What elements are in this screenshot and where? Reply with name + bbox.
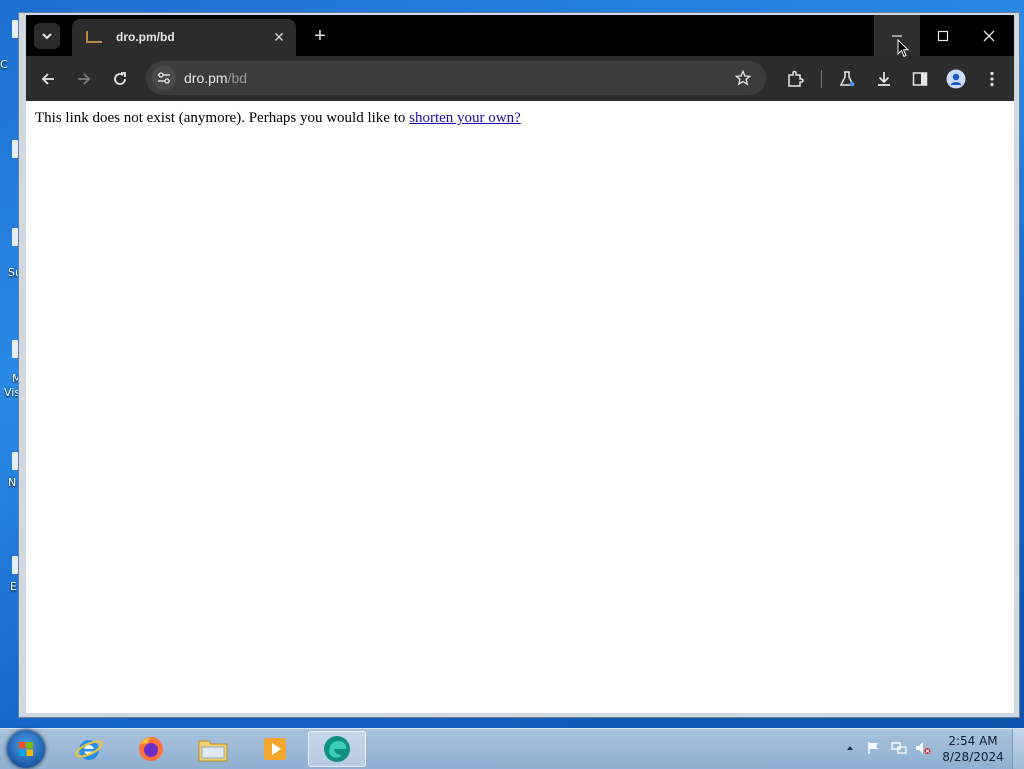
taskbar-media-player[interactable] (248, 731, 302, 767)
system-clock[interactable]: 2:54 AM 8/28/2024 (940, 733, 1006, 765)
tab-title: dro.pm/bd (116, 30, 175, 44)
arrow-left-icon (41, 73, 54, 85)
site-favicon-icon (86, 31, 102, 43)
kebab-menu-icon (990, 71, 994, 87)
site-info-button[interactable] (152, 66, 176, 90)
start-button[interactable] (7, 730, 45, 768)
maximize-icon (937, 30, 949, 41)
error-message: This link does not exist (anymore). Perh… (35, 110, 521, 127)
shorten-link[interactable]: shorten your own? (409, 110, 521, 126)
taskbar-file-explorer[interactable] (186, 731, 240, 767)
profile-button[interactable] (943, 66, 969, 92)
firefox-icon (139, 737, 163, 761)
reload-button[interactable] (107, 66, 133, 92)
taskbar-firefox[interactable] (124, 731, 178, 767)
profile-icon (946, 69, 966, 89)
browser-menu-button[interactable] (979, 66, 1005, 92)
close-window-button[interactable] (966, 15, 1012, 56)
chevron-down-icon (42, 33, 52, 40)
folder-icon (198, 740, 228, 762)
address-bar[interactable]: dro.pm/bd (146, 61, 766, 95)
clock-date: 8/28/2024 (942, 750, 1004, 764)
maximize-button[interactable] (920, 15, 966, 56)
back-button[interactable] (35, 66, 61, 92)
reload-icon (114, 72, 126, 85)
taskbar-internet-explorer[interactable] (62, 731, 116, 767)
taskbar: 2:54 AM 8/28/2024 (0, 728, 1024, 769)
tab-active[interactable]: dro.pm/bd ✕ (72, 19, 296, 56)
clock-time: 2:54 AM (948, 734, 998, 748)
error-message-text: This link does not exist (anymore). Perh… (35, 110, 410, 126)
tune-icon (158, 72, 170, 84)
page-content: This link does not exist (anymore). Perh… (26, 101, 1014, 713)
extensions-button[interactable] (782, 66, 808, 92)
edge-icon (324, 736, 350, 762)
url-host: dro.pm (184, 70, 228, 86)
flag-icon (868, 742, 878, 754)
windows-logo-icon (19, 742, 33, 756)
media-player-icon (264, 738, 286, 760)
browser-window: dro.pm/bd ✕ + dro.pm/bd This link does n… (18, 12, 1020, 718)
chevron-up-icon (847, 746, 853, 750)
close-icon (983, 30, 995, 41)
tab-search-button[interactable] (34, 23, 60, 49)
tray-network[interactable] (890, 739, 908, 757)
tray-volume[interactable] (914, 739, 932, 757)
side-panel-button[interactable] (907, 66, 933, 92)
flask-icon (839, 71, 855, 87)
desktop-icon-label: C (0, 58, 8, 71)
star-icon (735, 70, 751, 86)
mouse-cursor-icon (897, 39, 909, 58)
labs-button[interactable] (834, 66, 860, 92)
forward-button[interactable] (71, 66, 97, 92)
internet-explorer-icon (75, 740, 103, 760)
tray-action-center[interactable] (866, 739, 882, 757)
url-text[interactable]: dro.pm/bd (184, 70, 247, 86)
browser-toolbar: dro.pm/bd (26, 56, 1014, 101)
tray-overflow-button[interactable] (844, 739, 856, 757)
download-icon (878, 72, 890, 86)
tab-strip: dro.pm/bd ✕ + (26, 15, 1014, 56)
taskbar-edge[interactable] (308, 731, 366, 767)
arrow-right-icon (78, 73, 91, 85)
new-tab-button[interactable]: + (308, 24, 332, 48)
puzzle-icon (788, 70, 804, 87)
toolbar-separator (821, 70, 822, 88)
url-path: /bd (227, 70, 248, 86)
downloads-button[interactable] (871, 66, 897, 92)
volume-muted-icon (916, 742, 931, 754)
show-desktop-button[interactable] (1012, 729, 1024, 769)
tab-close-button[interactable]: ✕ (270, 28, 288, 46)
side-panel-icon (912, 72, 928, 86)
network-icon (891, 742, 907, 754)
bookmark-button[interactable] (732, 67, 754, 89)
